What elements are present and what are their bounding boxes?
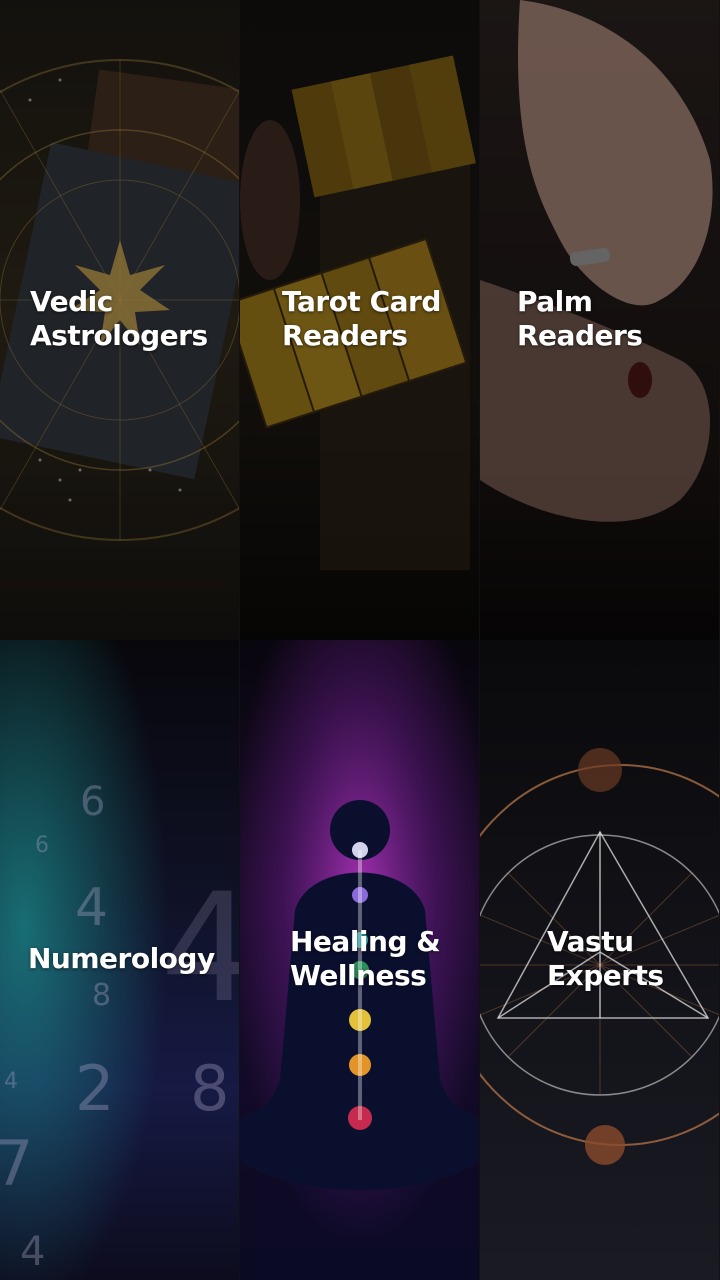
- category-tile-tarot-card-readers[interactable]: Tarot Card Readers: [240, 0, 480, 640]
- digit-text: 7: [0, 1127, 33, 1200]
- category-label-line: Palm: [517, 285, 593, 318]
- digit-text: 2: [75, 1052, 114, 1125]
- category-label-line: Readers: [517, 319, 643, 352]
- category-label-line: Vastu: [547, 925, 634, 958]
- digit-text: 8: [92, 978, 111, 1013]
- category-tile-healing-wellness[interactable]: Healing & Wellness: [240, 640, 480, 1280]
- category-tile-numerology[interactable]: 6 6 4 8 2 8 4 7 4 4 Numerology: [0, 640, 240, 1280]
- category-label: Numerology: [28, 942, 215, 976]
- category-label-line: Tarot Card: [282, 285, 441, 318]
- category-label-line: Astrologers: [30, 319, 208, 352]
- category-label: Palm Readers: [517, 285, 643, 353]
- digit-text: 4: [20, 1229, 45, 1275]
- category-label-line: Vedic: [30, 285, 113, 318]
- digit-text: 8: [190, 1052, 229, 1125]
- category-tile-vastu-experts[interactable]: Vastu Experts: [480, 640, 720, 1280]
- category-label: Healing & Wellness: [290, 925, 441, 993]
- category-label-line: Readers: [282, 319, 408, 352]
- category-grid: Vedic Astrologers Tarot Card Readers Pal…: [0, 0, 720, 1280]
- category-tile-vedic-astrologers[interactable]: Vedic Astrologers: [0, 0, 240, 640]
- category-label: Vedic Astrologers: [30, 285, 208, 353]
- category-label-line: Numerology: [28, 942, 215, 975]
- category-label-line: Wellness: [290, 959, 427, 992]
- category-label-line: Healing &: [290, 925, 441, 958]
- digit-text: 4: [4, 1069, 18, 1094]
- digit-text: 4: [75, 878, 108, 938]
- digit-text: 6: [35, 833, 49, 858]
- category-tile-palm-readers[interactable]: Palm Readers: [480, 0, 720, 640]
- category-label-line: Experts: [547, 959, 664, 992]
- digit-text: 6: [80, 779, 105, 825]
- category-label: Tarot Card Readers: [282, 285, 441, 353]
- category-label: Vastu Experts: [547, 925, 664, 993]
